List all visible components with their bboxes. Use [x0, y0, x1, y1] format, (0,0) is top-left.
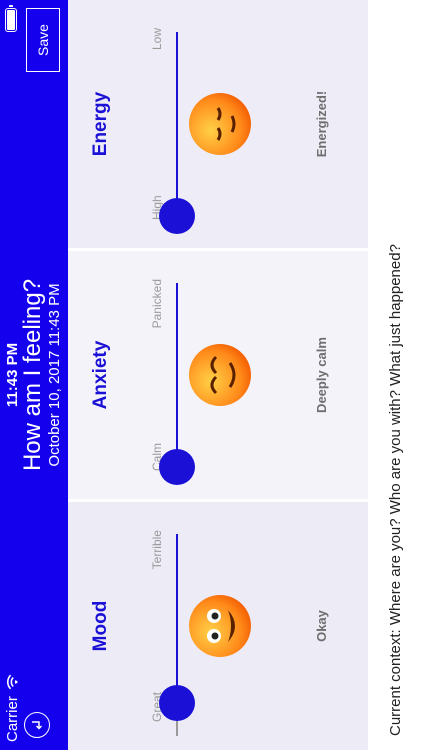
- energy-low-label: Low: [150, 28, 164, 51]
- page-title: How am I feeling?: [19, 278, 46, 472]
- anxiety-slider-thumb[interactable]: [159, 449, 195, 485]
- anxiety-slider-track[interactable]: [176, 283, 178, 467]
- anxiety-title: Anxiety: [90, 340, 111, 410]
- context-prompt: Current context: Where are you? Who are …: [387, 244, 404, 736]
- energy-title: Energy: [90, 91, 111, 157]
- anxiety-panel: Anxiety Calm Panicked Deeply calm: [68, 251, 368, 499]
- anxiety-low-label: Panicked: [150, 279, 164, 329]
- energy-slider-thumb[interactable]: [159, 198, 195, 234]
- energy-slider-track[interactable]: [176, 32, 178, 216]
- header-bar: Carrier 11:43 PM How am I feeling? Octob…: [0, 0, 68, 750]
- app-screen: Carrier 11:43 PM How am I feeling? Octob…: [0, 0, 422, 750]
- battery-icon: [5, 8, 17, 32]
- mood-state-label: Okay: [314, 610, 329, 642]
- anxiety-state-label: Deeply calm: [314, 337, 329, 413]
- mood-low-label: Terrible: [150, 530, 164, 570]
- energy-state-label: Energized!: [314, 90, 329, 158]
- mood-title: Mood: [90, 600, 111, 652]
- energy-panel: Energy High Low Energized!: [68, 0, 368, 248]
- relieved-face-icon: [189, 93, 251, 155]
- calm-face-icon: [189, 344, 251, 406]
- save-button[interactable]: Save: [26, 8, 60, 72]
- date-subtitle: October 10, 2017 11:43 PM: [46, 283, 63, 467]
- mood-panel: Mood Great Terrible Okay: [68, 502, 368, 750]
- grinning-face-icon: [189, 595, 251, 657]
